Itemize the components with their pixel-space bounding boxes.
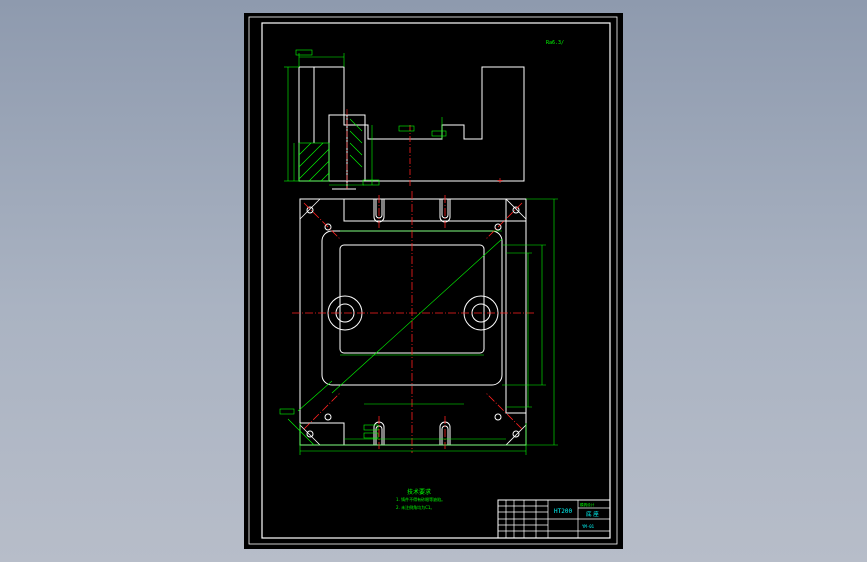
section-hatch — [298, 118, 363, 182]
plan-view — [299, 198, 527, 446]
material-label: HT200 — [554, 508, 572, 515]
drawing-number-label: YM-01 — [582, 524, 595, 529]
tech-title: 技术要求 — [407, 488, 431, 496]
cad-drawing: Ra6.3/ 技术要求 1. 铸件不得有砂眼等缺陷。 2. 未注倒角均为C1。 … — [248, 16, 618, 545]
drawing-sheet: Ra6.3/ 技术要求 1. 铸件不得有砂眼等缺陷。 2. 未注倒角均为C1。 … — [244, 13, 623, 549]
tech-note-2: 2. 未注倒角均为C1。 — [396, 504, 434, 510]
tech-requirements: 技术要求 1. 铸件不得有砂眼等缺陷。 2. 未注倒角均为C1。 — [396, 488, 445, 510]
section-view — [298, 66, 525, 190]
company-label: 模具设计 — [580, 502, 595, 507]
outer-border — [248, 16, 618, 545]
roughness-label: Ra6.3/ — [546, 40, 564, 46]
tech-note-1: 1. 铸件不得有砂眼等缺陷。 — [396, 496, 445, 502]
part-name-label: 底 座 — [586, 510, 599, 518]
